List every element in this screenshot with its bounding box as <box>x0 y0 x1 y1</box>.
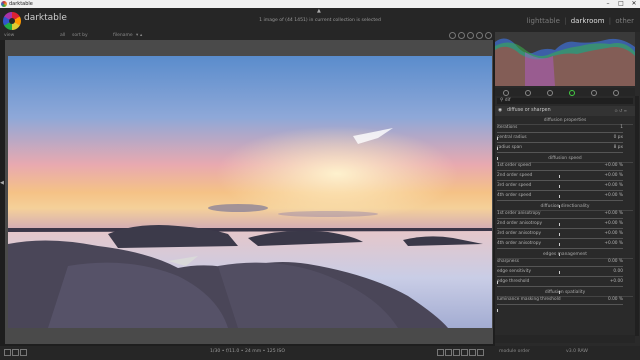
circle-icon[interactable] <box>613 90 619 96</box>
section-diffusion-properties[interactable]: diffusion properties <box>495 118 635 123</box>
top-panel-toggle-icon[interactable]: ▲ <box>317 8 321 14</box>
minimize-button[interactable]: – <box>602 0 614 8</box>
gear-icon[interactable] <box>449 32 456 39</box>
param-4th-order-speed[interactable]: 4th order speed +0.00 % <box>497 193 623 208</box>
view-lighttable[interactable]: lighttable <box>527 17 560 25</box>
param-3rd-order-speed[interactable]: 3rd order speed +0.00 % <box>497 183 623 198</box>
module-title: diffuse or sharpen <box>507 108 551 113</box>
section-edges-management[interactable]: edges management <box>495 252 635 257</box>
star-icon[interactable] <box>458 32 465 39</box>
view-other[interactable]: other <box>615 17 634 25</box>
right-panel-scrollbar[interactable] <box>635 96 639 336</box>
circle-icon[interactable] <box>547 90 553 96</box>
gamut-check-icon[interactable] <box>445 349 452 356</box>
sunset-photo <box>8 56 492 328</box>
window-title: darktable <box>9 1 33 7</box>
param-1st-order-speed[interactable]: 1st order speed +0.00 % <box>497 163 623 178</box>
section-diffusion-directionality[interactable]: diffusion directionality <box>495 204 635 209</box>
close-button[interactable]: ✕ <box>628 0 640 8</box>
circle-icon[interactable] <box>591 90 597 96</box>
chevron-down-icon[interactable]: ▾ <box>136 32 138 40</box>
overexposed-icon[interactable] <box>461 349 468 356</box>
info-icon[interactable] <box>476 32 483 39</box>
sort-by-label: sort by <box>72 33 88 38</box>
histogram[interactable] <box>495 32 635 86</box>
module-header-diffuse[interactable]: ◉ diffuse or sharpen ⊙ ↺ ≡ <box>495 106 635 116</box>
power-icon[interactable] <box>503 90 509 96</box>
histogram-graph <box>495 38 635 86</box>
exif-info: 1/30 • f/11.0 • 24 mm • 125 ISO <box>210 349 285 354</box>
lock-icon[interactable] <box>467 32 474 39</box>
filter-bar: view all sort by filename ▾ ▴ <box>0 32 495 40</box>
param-luminance-masking-threshold[interactable]: luminance masking threshold 0.00 % <box>497 297 623 312</box>
display-profile-icon[interactable] <box>453 349 460 356</box>
param-1st-order-anisotropy[interactable]: 1st order anisotropy +0.00 % <box>497 211 623 226</box>
module-actions-icon[interactable]: ⊙ ↺ ≡ <box>614 106 627 116</box>
power-toggle-icon[interactable]: ◉ <box>498 106 502 116</box>
softproof-icon[interactable] <box>437 349 444 356</box>
bottom-bar: 1/30 • f/11.0 • 24 mm • 125 ISO module o… <box>0 346 640 360</box>
filter-all[interactable]: all <box>60 32 65 40</box>
param-central-radius[interactable]: central radius 0 px <box>497 135 623 150</box>
sort-direction-icon[interactable]: ▴ <box>140 32 142 40</box>
section-diffusion-spatiality[interactable]: diffusion spatiality <box>495 290 635 295</box>
module-group-tabs <box>495 88 635 96</box>
guides-icon[interactable] <box>469 349 476 356</box>
param-edge-threshold[interactable]: edge threshold +0.00 <box>497 279 623 294</box>
param-radius-span[interactable]: radius span 8 px <box>497 145 623 160</box>
module-order-label: module order <box>499 349 530 354</box>
param-sharpness[interactable]: sharpness 0.00 % <box>497 259 623 274</box>
image-canvas[interactable] <box>5 40 493 344</box>
photo-preview[interactable] <box>8 56 492 328</box>
view-label: view <box>4 33 15 38</box>
section-diffusion-speed[interactable]: diffusion speed <box>495 156 635 161</box>
param-iterations[interactable]: iterations 1 <box>497 125 623 140</box>
window-titlebar: darktable – □ ✕ <box>0 0 640 8</box>
param-2nd-order-anisotropy[interactable]: 2nd order anisotropy +0.00 % <box>497 221 623 236</box>
maximize-button[interactable]: □ <box>615 0 627 8</box>
param-4th-order-anisotropy[interactable]: 4th order anisotropy +0.00 % <box>497 241 623 256</box>
left-panel-toggle-icon[interactable]: ◀ <box>0 180 4 186</box>
screen-icon[interactable] <box>485 32 492 39</box>
active-group-icon[interactable] <box>569 90 575 96</box>
module-order-value[interactable]: v3.0 RAW <box>566 346 588 358</box>
right-panel: ⚲ dif ◉ diffuse or sharpen ⊙ ↺ ≡ diffusi… <box>495 32 640 346</box>
raw-overexposed-icon[interactable] <box>477 349 484 356</box>
app-icon <box>1 1 7 7</box>
view-switcher: lighttable | darkroom | other <box>526 17 634 25</box>
param-edge-sensitivity[interactable]: edge sensitivity 0.00 <box>497 269 623 284</box>
param-3rd-order-anisotropy[interactable]: 3rd order anisotropy +0.00 % <box>497 231 623 246</box>
param-2nd-order-speed[interactable]: 2nd order speed +0.00 % <box>497 173 623 188</box>
sort-field-select[interactable]: filename <box>113 32 133 40</box>
module-quick-access-bar <box>495 335 635 343</box>
view-darkroom[interactable]: darkroom <box>571 17 605 25</box>
circle-icon[interactable] <box>525 90 531 96</box>
module-search-input[interactable]: ⚲ dif <box>497 98 633 104</box>
